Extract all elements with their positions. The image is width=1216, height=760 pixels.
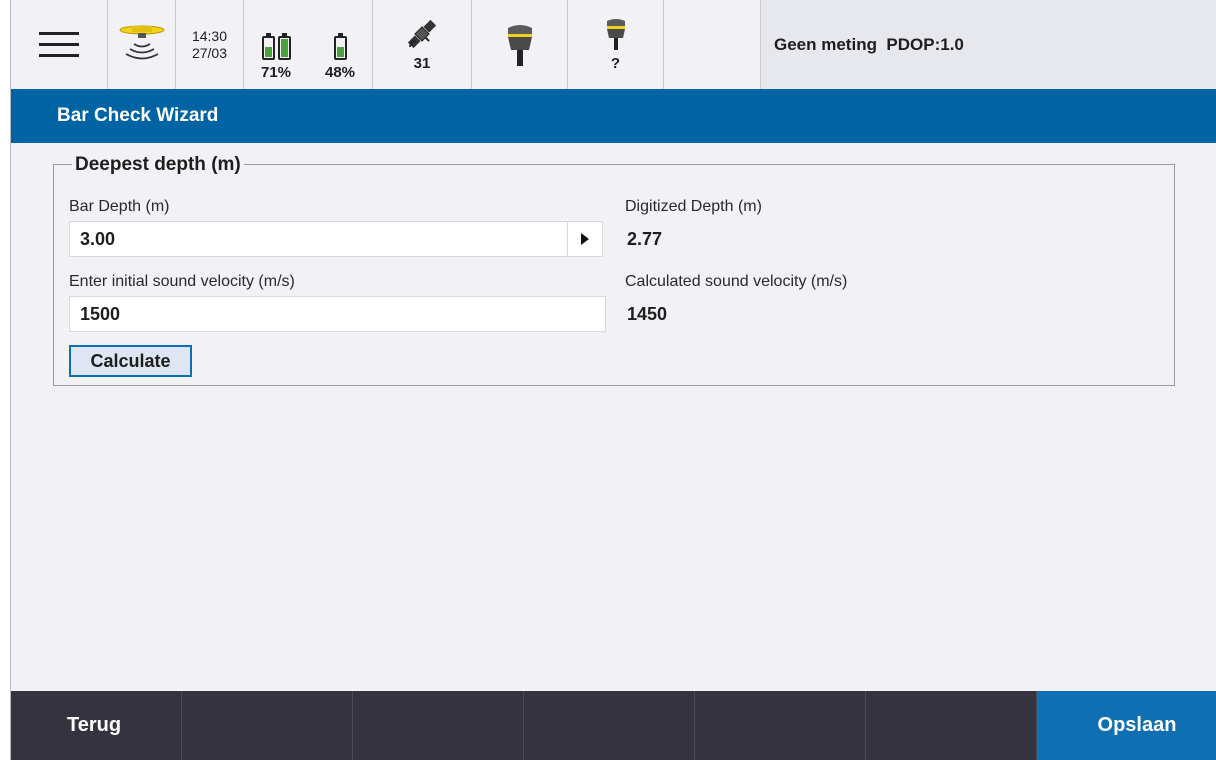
softkey-empty	[695, 691, 866, 760]
app-window: 14:30 27/03 71% 48% 31 ? Geen meting PDO…	[10, 0, 1216, 760]
time-text: 14:30	[191, 27, 228, 44]
battery-icon	[333, 33, 347, 60]
battery-group-1: 71%	[261, 30, 291, 81]
clock[interactable]: 14:30 27/03	[176, 0, 244, 89]
bar-depth-label: Bar Depth (m)	[69, 198, 170, 215]
initial-velocity-input[interactable]: 1500	[69, 296, 606, 332]
save-button[interactable]: Opslaan	[1037, 691, 1216, 760]
bottom-softkey-bar: Terug Opslaan	[11, 691, 1216, 760]
digitized-depth-label: Digitized Depth (m)	[625, 198, 762, 215]
softkey-empty	[866, 691, 1037, 760]
save-label: Opslaan	[1097, 714, 1177, 736]
date-text: 27/03	[191, 44, 228, 61]
satellite-status[interactable]: 31	[373, 0, 472, 89]
page-title: Bar Check Wizard	[57, 105, 219, 126]
deepest-depth-group: Deepest depth (m) Bar Depth (m) 3.00 Dig…	[53, 154, 1175, 386]
calculated-velocity-label: Calculated sound velocity (m/s)	[625, 273, 848, 290]
battery-status[interactable]: 71% 48%	[244, 0, 373, 89]
softkey-empty	[524, 691, 695, 760]
status-text: Geen meting PDOP:1.0	[774, 34, 964, 54]
initial-velocity-label: Enter initial sound velocity (m/s)	[69, 273, 295, 290]
satellite-icon	[407, 19, 437, 49]
menu-button[interactable]	[11, 0, 108, 89]
softkey-empty	[182, 691, 353, 760]
battery-icon	[277, 33, 291, 60]
calculated-velocity-value: 1450	[627, 304, 668, 324]
sonar-status[interactable]	[108, 0, 176, 89]
digitized-depth-value: 2.77	[627, 229, 663, 249]
receiver-2-status[interactable]: ?	[568, 0, 664, 89]
initial-velocity-value: 1500	[80, 303, 121, 324]
bar-depth-arrow-button[interactable]	[567, 221, 603, 257]
gnss-receiver-icon	[606, 19, 625, 50]
bar-depth-value: 3.00	[80, 228, 116, 249]
hamburger-menu-icon	[39, 31, 79, 57]
empty-status-slot	[664, 0, 761, 89]
receiver-2-label: ?	[610, 55, 621, 72]
battery-group-2: 48%	[325, 30, 355, 81]
measurement-status[interactable]: Geen meting PDOP:1.0	[761, 0, 1216, 89]
group-title: Deepest depth (m)	[72, 154, 244, 176]
receiver-1-status[interactable]	[472, 0, 568, 89]
bar-depth-input[interactable]: 3.00	[69, 221, 584, 257]
calculate-button[interactable]: Calculate	[69, 345, 192, 377]
satellite-count: 31	[413, 55, 431, 72]
battery-icon	[261, 33, 275, 60]
sonar-echo-sounder-icon	[119, 25, 164, 59]
battery-1-percent: 71%	[260, 64, 292, 81]
back-label: Terug	[67, 714, 122, 736]
softkey-empty	[353, 691, 524, 760]
window-title-bar: Bar Check Wizard	[11, 89, 1216, 143]
status-bar: 14:30 27/03 71% 48% 31 ? Geen meting PDO…	[11, 0, 1216, 90]
gnss-receiver-icon	[507, 24, 532, 66]
play-arrow-icon	[581, 233, 589, 245]
back-button[interactable]: Terug	[11, 691, 182, 760]
battery-2-percent: 48%	[324, 64, 356, 81]
